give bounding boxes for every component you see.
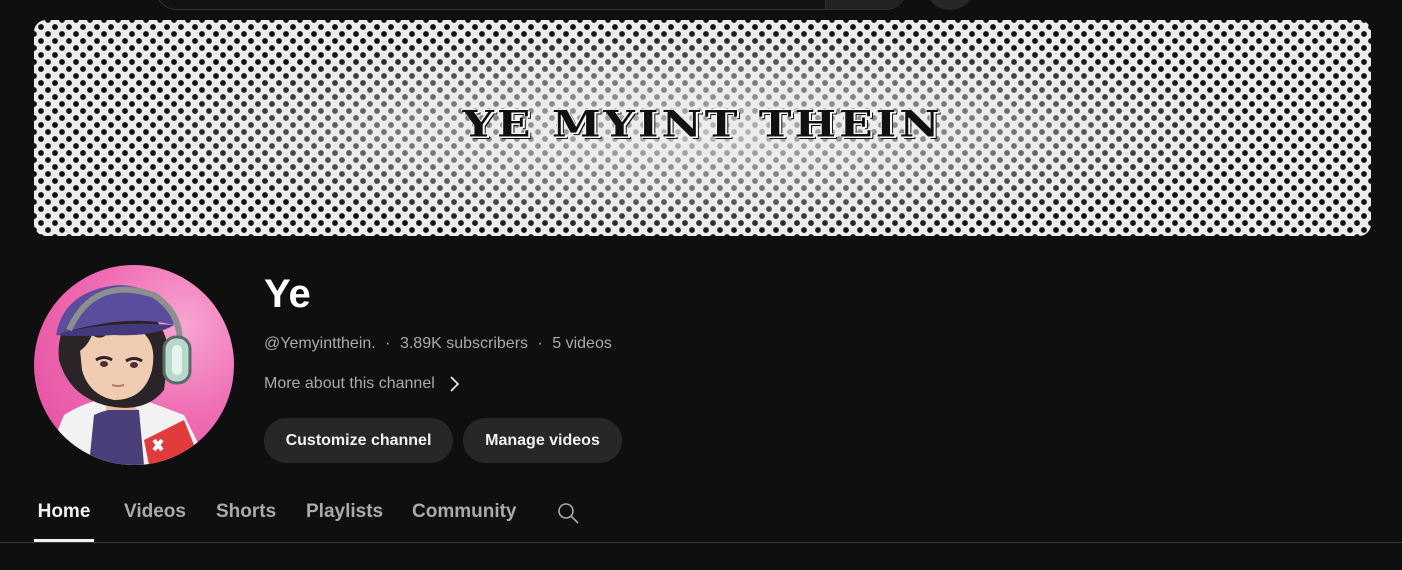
tab-playlists[interactable]: Playlists: [306, 490, 383, 542]
channel-tabs: Home Videos Shorts Playlists Community: [0, 490, 1402, 543]
more-about-label: More about this channel: [264, 375, 435, 392]
channel-avatar[interactable]: [34, 265, 234, 465]
tab-shorts[interactable]: Shorts: [216, 490, 276, 542]
top-search-button[interactable]: [825, 0, 905, 9]
more-about-channel-link[interactable]: More about this channel: [264, 373, 461, 395]
customize-channel-button[interactable]: Customize channel: [264, 418, 453, 463]
tab-community[interactable]: Community: [412, 490, 517, 542]
channel-meta: @Yemyintthein. · 3.89K subscribers · 5 v…: [264, 333, 612, 355]
channel-handle: @Yemyintthein.: [264, 335, 376, 352]
chevron-right-icon: [447, 375, 461, 393]
meta-separator: ·: [537, 335, 543, 352]
manage-videos-button[interactable]: Manage videos: [463, 418, 622, 463]
voice-search-button[interactable]: [927, 0, 973, 10]
banner-title: YE MYINT THEIN: [462, 103, 943, 146]
tab-videos[interactable]: Videos: [124, 490, 186, 542]
avatar-illustration: [44, 285, 209, 465]
channel-name: Ye: [264, 272, 311, 316]
video-count: 5 videos: [552, 335, 612, 352]
subscriber-count: 3.89K subscribers: [399, 335, 529, 352]
meta-separator: ·: [385, 335, 391, 352]
channel-banner: YE MYINT THEIN: [34, 20, 1371, 236]
search-icon[interactable]: [556, 501, 580, 525]
tab-home[interactable]: Home: [34, 490, 94, 542]
top-search-bar[interactable]: [156, 0, 906, 10]
